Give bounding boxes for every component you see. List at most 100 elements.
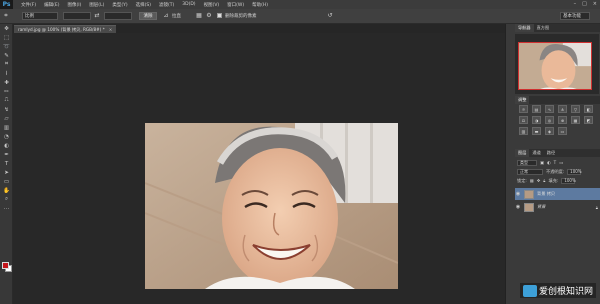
brightness-icon[interactable]: ☼ xyxy=(519,105,528,113)
lock-pixels-icon[interactable]: ▦ xyxy=(530,178,534,183)
watermark-text: 爱创根知识网 xyxy=(538,287,593,297)
hand-tool-icon[interactable]: ✋ xyxy=(0,186,13,195)
lock-position-icon[interactable]: ✥ xyxy=(537,178,541,183)
lock-all-icon[interactable]: 🔒︎ xyxy=(543,178,545,183)
fill-field[interactable]: 100% xyxy=(561,177,576,184)
clone-stamp-tool-icon[interactable]: ⎍ xyxy=(0,96,13,105)
layer-name[interactable]: 背景 xyxy=(537,204,545,210)
tab-channels[interactable]: 通道 xyxy=(529,149,543,157)
reset-icon[interactable]: ↺ xyxy=(326,12,334,20)
ratio-width-field[interactable] xyxy=(63,12,91,20)
layer-row[interactable]: ◉ 背景 拷贝 xyxy=(515,188,600,200)
blur-tool-icon[interactable]: ◔ xyxy=(0,132,13,141)
filter-pixel-icon[interactable]: ▣ xyxy=(540,160,544,165)
menu-edit[interactable]: 编辑(E) xyxy=(44,2,59,8)
delete-pixels-checkbox[interactable] xyxy=(217,13,222,18)
window-controls: – □ × xyxy=(574,1,597,7)
tab-paths[interactable]: 路径 xyxy=(544,149,558,157)
selective-color-icon[interactable]: ◈ xyxy=(545,127,554,135)
menu-file[interactable]: 文件(F) xyxy=(21,2,36,8)
gear-icon[interactable]: ⚙ xyxy=(205,12,213,20)
menu-filter[interactable]: 滤镜(T) xyxy=(159,2,174,8)
clear-button[interactable]: 清除 xyxy=(139,12,157,20)
navigator-panel-header: 导航器 直方图 xyxy=(515,24,600,32)
filter-shape-icon[interactable]: ▭ xyxy=(559,160,563,165)
quick-select-tool-icon[interactable]: ✎ xyxy=(0,51,13,60)
eye-icon[interactable]: ◉ xyxy=(515,191,521,197)
pen-tool-icon[interactable]: ✒ xyxy=(0,150,13,159)
photo-filter-icon[interactable]: ◎ xyxy=(545,116,554,124)
lasso-tool-icon[interactable]: ➰ xyxy=(0,42,13,51)
menu-type[interactable]: 类型(Y) xyxy=(112,2,127,8)
move-tool-icon[interactable]: ✥ xyxy=(0,24,13,33)
vibrance-icon[interactable]: ▽ xyxy=(571,105,580,113)
close-icon[interactable]: × xyxy=(109,27,113,32)
filter-type-icon[interactable]: T xyxy=(554,160,557,165)
zoom-tool-icon[interactable]: ⌕ xyxy=(0,195,13,204)
layer-row[interactable]: ◉ 背景 🔒︎ xyxy=(515,201,600,213)
gradient-map-icon[interactable]: ▭ xyxy=(558,127,567,135)
type-tool-icon[interactable]: T xyxy=(0,159,13,168)
menu-help[interactable]: 帮助(H) xyxy=(252,2,268,8)
threshold-icon[interactable]: ▬ xyxy=(532,127,541,135)
crop-tool-icon[interactable]: ⌗ xyxy=(0,60,13,69)
overlay-grid-icon[interactable]: ▦ xyxy=(195,12,203,20)
layer-thumbnail xyxy=(524,202,534,212)
navigator-thumbnail[interactable] xyxy=(518,42,592,90)
marquee-tool-icon[interactable]: ⬚ xyxy=(0,33,13,42)
hue-saturation-icon[interactable]: ◧ xyxy=(584,105,593,113)
shape-tool-icon[interactable]: ▭ xyxy=(0,177,13,186)
curves-icon[interactable]: ∿ xyxy=(545,105,554,113)
close-icon[interactable]: × xyxy=(593,1,597,7)
maximize-icon[interactable]: □ xyxy=(582,1,587,7)
tab-adjustments[interactable]: 调整 xyxy=(515,96,530,104)
workspace-select[interactable]: 基本功能 xyxy=(560,12,590,20)
eyedropper-tool-icon[interactable]: ⌇ xyxy=(0,69,13,78)
posterize-icon[interactable]: ▥ xyxy=(519,127,528,135)
brush-tool-icon[interactable]: ✏ xyxy=(0,87,13,96)
exposure-icon[interactable]: ± xyxy=(558,105,567,113)
menu-window[interactable]: 窗口(W) xyxy=(227,2,244,8)
lock-row: 锁定: ▦ ✥ 🔒︎ 填充: 100% xyxy=(517,177,576,184)
gradient-tool-icon[interactable]: ▥ xyxy=(0,123,13,132)
history-brush-tool-icon[interactable]: ↯ xyxy=(0,105,13,114)
levels-icon[interactable]: ▤ xyxy=(532,105,541,113)
opacity-field[interactable]: 100% xyxy=(567,168,582,175)
menu-bar: Ps 文件(F) 编辑(E) 图像(I) 图层(L) 类型(Y) 选择(S) 滤… xyxy=(0,0,600,9)
menu-view[interactable]: 视图(V) xyxy=(204,2,220,8)
watermark-logo xyxy=(522,284,537,297)
straighten-icon[interactable]: ⊿ xyxy=(162,12,170,20)
menu-image[interactable]: 图像(I) xyxy=(67,2,81,8)
tab-layers[interactable]: 图层 xyxy=(515,149,530,157)
invert-icon[interactable]: ◩ xyxy=(584,116,593,124)
crop-tool-icon[interactable]: ⌗ xyxy=(2,12,10,20)
layer-kind-filter[interactable]: 类型 xyxy=(517,159,537,166)
canvas-area[interactable] xyxy=(13,33,505,304)
adjustments-panel-header: 调整 xyxy=(515,96,600,104)
blend-mode-select[interactable]: 正常 xyxy=(517,168,543,175)
delete-pixels-label: 删除裁剪的像素 xyxy=(225,14,257,19)
filter-adjust-icon[interactable]: ◐ xyxy=(547,160,551,165)
ratio-select[interactable]: 比例 xyxy=(22,12,58,20)
color-balance-icon[interactable]: ⚖ xyxy=(519,116,528,124)
tab-navigator[interactable]: 导航器 xyxy=(515,24,534,32)
layer-name[interactable]: 背景 拷贝 xyxy=(537,191,555,197)
tab-histogram[interactable]: 直方图 xyxy=(534,24,553,32)
document-tab[interactable]: ramlyd.jpg @ 100% (背景 拷贝, RGB/8#) * × xyxy=(14,25,117,33)
dodge-tool-icon[interactable]: ◐ xyxy=(0,141,13,150)
path-select-tool-icon[interactable]: ➤ xyxy=(0,168,13,177)
foreground-color-swatch[interactable] xyxy=(2,262,9,269)
ratio-height-field[interactable] xyxy=(104,12,132,20)
healing-tool-icon[interactable]: ✚ xyxy=(0,78,13,87)
eye-icon[interactable]: ◉ xyxy=(515,204,521,210)
channel-mixer-icon[interactable]: ⊕ xyxy=(558,116,567,124)
minimize-icon[interactable]: – xyxy=(574,1,577,7)
menu-3d[interactable]: 3D(D) xyxy=(182,2,195,8)
swap-icon[interactable]: ⇄ xyxy=(93,12,101,20)
color-lookup-icon[interactable]: ▦ xyxy=(571,116,580,124)
menu-layer[interactable]: 图层(L) xyxy=(89,2,104,8)
eraser-tool-icon[interactable]: ▱ xyxy=(0,114,13,123)
more-tools-icon[interactable]: ⋯ xyxy=(0,204,13,213)
black-white-icon[interactable]: ◑ xyxy=(532,116,541,124)
menu-select[interactable]: 选择(S) xyxy=(136,2,151,8)
